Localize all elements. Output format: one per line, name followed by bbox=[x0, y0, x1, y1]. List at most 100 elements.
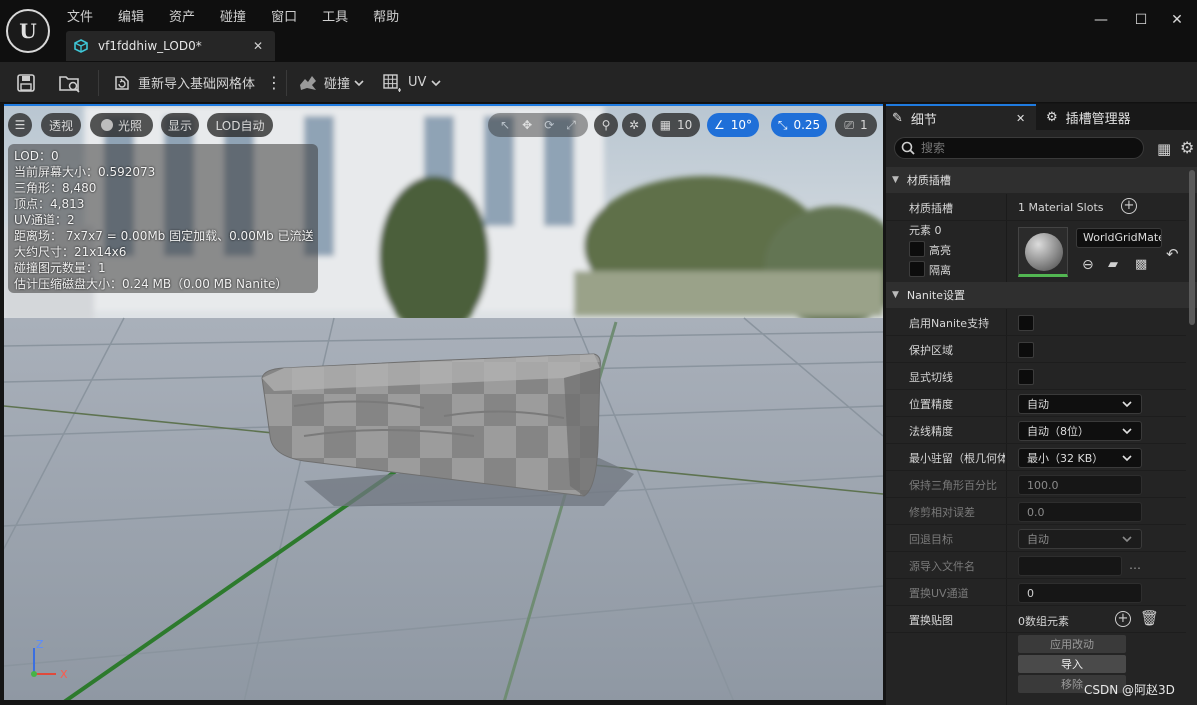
tab-socket-manager[interactable]: ⚙ 插槽管理器 bbox=[1046, 104, 1131, 130]
scale-snap-value: 0.25 bbox=[793, 118, 821, 132]
table-view-icon[interactable]: ▦ bbox=[1157, 140, 1171, 158]
trim-error-label: 修剪相对误差 bbox=[909, 505, 975, 519]
material-combo[interactable]: WorldGridMater bbox=[1076, 228, 1162, 248]
stat-disk-size: 估计压缩磁盘大小：0.24 MB（0.00 MB Nanite） bbox=[14, 277, 288, 291]
axis-x-label: X bbox=[60, 668, 68, 681]
row-position-precision: 位置精度 自动 bbox=[886, 390, 1186, 417]
row-element-0: 元素 0 高亮 隔离 WorldGridMater ⊖ ▰ ▩ ↶ bbox=[886, 221, 1186, 283]
toolbar: 重新导入基础网格体 ⋮ 碰撞 UV bbox=[0, 62, 1197, 103]
normal-precision-value: 自动（8位） bbox=[1027, 425, 1089, 438]
rotate-icon[interactable]: ⟳ bbox=[544, 118, 554, 132]
close-tab-icon[interactable]: ✕ bbox=[253, 39, 263, 53]
collision-label: 碰撞 bbox=[324, 77, 351, 92]
tab-details[interactable]: ✎ 细节 ✕ bbox=[886, 104, 1036, 130]
enable-nanite-checkbox[interactable] bbox=[1018, 315, 1034, 331]
menu-asset[interactable]: 资产 bbox=[169, 6, 195, 25]
document-tab[interactable]: vf1fddhiw_LOD0* ✕ bbox=[66, 31, 275, 61]
viewport-menu-icon[interactable]: ☰ bbox=[8, 113, 32, 137]
stat-lod: LOD：0 bbox=[14, 149, 59, 163]
remove-label: 移除 bbox=[1061, 678, 1083, 691]
trash-icon[interactable]: 🗑 bbox=[1140, 609, 1159, 627]
lod-button[interactable]: LOD自动 bbox=[207, 113, 273, 137]
min-residency-dropdown[interactable]: 最小（32 KB） bbox=[1018, 448, 1142, 468]
chevron-down-icon bbox=[354, 79, 364, 86]
search-input[interactable] bbox=[921, 141, 1121, 155]
section-nanite[interactable]: ▼ Nanite设置 bbox=[886, 282, 1197, 308]
scale-icon[interactable]: ⤢ bbox=[566, 118, 576, 133]
menu-collision[interactable]: 碰撞 bbox=[220, 6, 246, 25]
row-min-residency: 最小驻留（根几何体 最小（32 KB） bbox=[886, 444, 1186, 471]
reimport-label: 重新导入基础网格体 bbox=[138, 77, 256, 92]
maximize-icon[interactable]: ☐ bbox=[1131, 10, 1151, 30]
settings-gear-icon[interactable]: ⚙ bbox=[1180, 138, 1194, 157]
explicit-tangents-checkbox[interactable] bbox=[1018, 369, 1034, 385]
world-local-icon[interactable]: ✲ bbox=[622, 113, 646, 137]
viewport[interactable]: ☰ 透视 光照 显示 LOD自动 ↖ ✥ ⟳ ⤢ ⚲ ✲ ▦ 10 ∠ 10° … bbox=[4, 104, 883, 700]
rotation-snap-button[interactable]: ∠ 10° bbox=[707, 113, 759, 137]
uv-menu-button[interactable]: UV bbox=[382, 62, 442, 103]
stat-uv-channels: UV通道：2 bbox=[14, 213, 75, 227]
row-preserve-area: 保护区域 bbox=[886, 336, 1186, 363]
close-tab-icon[interactable]: ✕ bbox=[1016, 112, 1025, 125]
close-window-icon[interactable]: ✕ bbox=[1167, 10, 1187, 30]
menu-window[interactable]: 窗口 bbox=[271, 6, 297, 25]
browse-ellipsis-icon[interactable]: … bbox=[1129, 558, 1141, 572]
details-scrollbar[interactable] bbox=[1189, 170, 1195, 325]
fallback-target-dropdown[interactable]: 自动 bbox=[1018, 529, 1142, 549]
lighting-button[interactable]: 光照 bbox=[90, 113, 153, 137]
import-label: 导入 bbox=[1061, 658, 1083, 671]
collision-menu-button[interactable]: 碰撞 bbox=[297, 62, 365, 103]
menu-tools[interactable]: 工具 bbox=[322, 6, 348, 25]
pencil-icon: ✎ bbox=[892, 110, 903, 126]
surface-snap-icon[interactable]: ⚲ bbox=[594, 113, 618, 137]
trim-error-field[interactable]: 0.0 bbox=[1018, 502, 1142, 522]
row-normal-precision: 法线精度 自动（8位） bbox=[886, 417, 1186, 444]
move-icon[interactable]: ✥ bbox=[522, 118, 532, 132]
minimize-icon[interactable]: — bbox=[1091, 10, 1111, 30]
reset-arrow-icon[interactable]: ↶ bbox=[1166, 245, 1179, 263]
document-tab-label: vf1fddhiw_LOD0* bbox=[98, 39, 202, 53]
search-box[interactable] bbox=[894, 137, 1144, 159]
grid-snap-button[interactable]: ▦ 10 bbox=[652, 113, 700, 137]
position-precision-value: 自动 bbox=[1027, 398, 1049, 411]
perspective-label: 透视 bbox=[48, 118, 73, 133]
section-material-slots[interactable]: ▼ 材质插槽 bbox=[886, 167, 1197, 193]
save-button[interactable] bbox=[16, 62, 36, 103]
reimport-base-mesh-button[interactable]: 重新导入基础网格体 bbox=[112, 62, 255, 103]
isolate-checkbox[interactable] bbox=[909, 261, 925, 277]
stat-distance-field: 距离场： 7x7x7 = 0.00Mb 固定加载、0.00Mb 已流送 bbox=[14, 229, 314, 243]
normal-precision-label: 法线精度 bbox=[909, 424, 953, 438]
source-import-field[interactable] bbox=[1018, 556, 1122, 576]
camera-speed-button[interactable]: ⎚ 1 bbox=[835, 113, 877, 137]
checker-icon[interactable]: ▩ bbox=[1135, 257, 1147, 272]
browse-folder-icon[interactable]: ▰ bbox=[1108, 257, 1118, 272]
normal-precision-dropdown[interactable]: 自动（8位） bbox=[1018, 421, 1142, 441]
reimport-icon bbox=[115, 75, 129, 90]
material-thumbnail[interactable] bbox=[1018, 227, 1068, 277]
preserve-area-checkbox[interactable] bbox=[1018, 342, 1034, 358]
menu-file[interactable]: 文件 bbox=[67, 6, 93, 25]
replace-uv-field[interactable]: 0 bbox=[1018, 583, 1142, 603]
perspective-button[interactable]: 透视 bbox=[41, 113, 81, 137]
transform-tools[interactable]: ↖ ✥ ⟳ ⤢ bbox=[488, 113, 588, 137]
browse-asset-button[interactable] bbox=[58, 62, 82, 103]
import-button[interactable]: 导入 bbox=[1018, 655, 1126, 673]
menu-edit[interactable]: 编辑 bbox=[118, 6, 144, 25]
more-options-icon[interactable]: ⋮ bbox=[266, 62, 282, 103]
highlight-checkbox[interactable] bbox=[909, 241, 925, 257]
unreal-logo-icon[interactable]: U bbox=[6, 9, 50, 53]
stat-approx-size: 大约尺寸：21x14x6 bbox=[14, 245, 127, 259]
add-slot-icon[interactable]: + bbox=[1121, 198, 1137, 214]
scale-snap-button[interactable]: ⤡ 0.25 bbox=[771, 113, 827, 137]
keep-percent-field[interactable]: 100.0 bbox=[1018, 475, 1142, 495]
browse-back-icon[interactable]: ⊖ bbox=[1082, 257, 1094, 273]
material-sphere-icon bbox=[1025, 233, 1063, 271]
apply-changes-button[interactable]: 应用改动 bbox=[1018, 635, 1126, 653]
show-button[interactable]: 显示 bbox=[161, 113, 199, 137]
add-element-icon[interactable]: + bbox=[1115, 611, 1131, 627]
displacement-maps-value: 0数组元素 bbox=[1018, 615, 1069, 628]
position-precision-dropdown[interactable]: 自动 bbox=[1018, 394, 1142, 414]
menu-help[interactable]: 帮助 bbox=[373, 6, 399, 25]
select-icon[interactable]: ↖ bbox=[500, 118, 510, 132]
axis-z-label: Z bbox=[36, 638, 44, 651]
